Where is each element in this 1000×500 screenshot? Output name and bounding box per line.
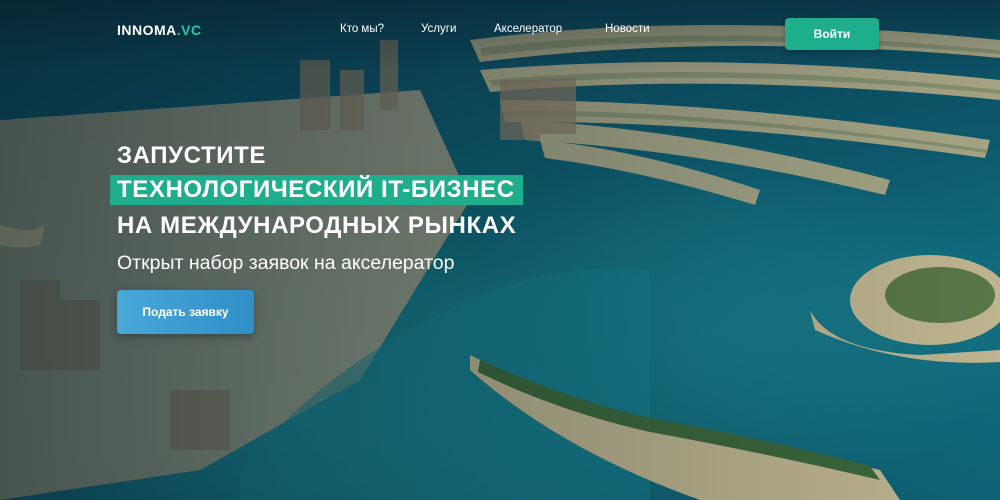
logo-suffix-text: VC [181, 22, 202, 38]
nav-item-services[interactable]: Услуги [421, 23, 456, 35]
hero-title-line-1: ЗАПУСТИТЕ [117, 142, 266, 169]
landing-page: INNOMA.VC Кто мы? Услуги Акселератор Нов… [0, 0, 1000, 500]
nav-item-accelerator[interactable]: Акселератор [494, 23, 562, 35]
hero-title-line-3: НА МЕЖДУНАРОДНЫХ РЫНКАХ [117, 212, 517, 239]
logo-main-text: INNOMA [117, 22, 177, 38]
nav-item-who-we-are[interactable]: Кто мы? [340, 23, 384, 35]
site-header: INNOMA.VC Кто мы? Услуги Акселератор Нов… [0, 0, 1000, 64]
apply-button[interactable]: Подать заявку [117, 290, 254, 334]
logo[interactable]: INNOMA.VC [117, 22, 202, 38]
nav-item-news[interactable]: Новости [605, 23, 650, 35]
login-button[interactable]: Войти [785, 18, 879, 50]
dark-overlay [0, 0, 1000, 500]
hero-subtitle: Открыт набор заявок на акселератор [117, 252, 455, 274]
hero-title-line-2-highlighted: ТЕХНОЛОГИЧЕСКИЙ IT-БИЗНЕС [110, 175, 523, 205]
